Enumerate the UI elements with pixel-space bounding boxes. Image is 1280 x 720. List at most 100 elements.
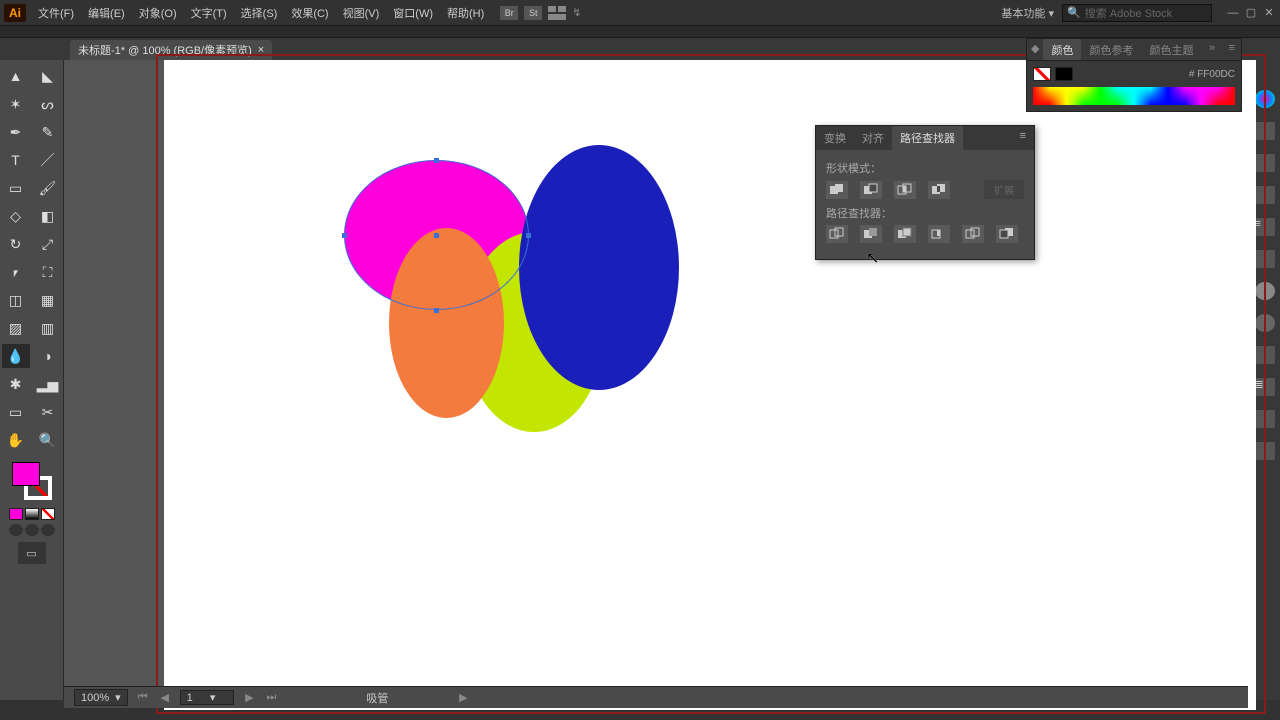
- bridge-icon[interactable]: Br: [500, 6, 518, 20]
- panel-expand-icon[interactable]: »: [1203, 39, 1221, 60]
- draw-normal-icon[interactable]: [9, 524, 23, 536]
- ellipse-blue[interactable]: [519, 145, 679, 390]
- maximize-button[interactable]: ▢: [1244, 7, 1258, 19]
- menu-object[interactable]: 对象(O): [133, 3, 183, 23]
- screen-mode-button[interactable]: ▭: [18, 542, 46, 564]
- outline-button[interactable]: [962, 225, 984, 243]
- rotate-tool[interactable]: ↻: [2, 232, 30, 256]
- anchor-point[interactable]: [434, 308, 439, 313]
- panel-menu-icon[interactable]: ≡: [1012, 126, 1034, 150]
- prev-artboard-button[interactable]: ◀: [158, 691, 172, 705]
- none-mini[interactable]: [41, 508, 55, 520]
- status-menu-icon[interactable]: ▶: [456, 691, 470, 705]
- workspace-label: 基本功能: [1001, 8, 1045, 20]
- trim-button[interactable]: [860, 225, 882, 243]
- fill-stroke-selector[interactable]: [8, 460, 56, 502]
- menu-edit[interactable]: 编辑(E): [82, 3, 131, 23]
- hand-tool[interactable]: ✋: [2, 428, 30, 452]
- color-spectrum[interactable]: [1033, 87, 1235, 105]
- pen-tool[interactable]: ✒: [2, 120, 30, 144]
- first-artboard-button[interactable]: ⏮: [136, 691, 150, 705]
- crop-button[interactable]: [928, 225, 950, 243]
- anchor-point[interactable]: [526, 233, 531, 238]
- menu-help[interactable]: 帮助(H): [441, 3, 490, 23]
- menu-select[interactable]: 选择(S): [235, 3, 284, 23]
- width-tool[interactable]: ⎖: [2, 260, 30, 284]
- shape-modes-label: 形状模式：: [826, 160, 1024, 176]
- gpu-preview-icon[interactable]: ↯: [572, 6, 581, 19]
- paintbrush-tool[interactable]: 🖌: [34, 176, 62, 200]
- mesh-tool[interactable]: ▨: [2, 316, 30, 340]
- shaper-tool[interactable]: ◇: [2, 204, 30, 228]
- selection-tool[interactable]: ▲: [2, 64, 30, 88]
- curvature-tool[interactable]: ✎: [34, 120, 62, 144]
- perspective-tool[interactable]: ▦: [34, 288, 62, 312]
- canvas-area[interactable]: [64, 60, 1248, 700]
- artboard[interactable]: [164, 60, 1256, 710]
- search-input[interactable]: 🔍 搜索 Adobe Stock: [1062, 4, 1212, 22]
- minimize-button[interactable]: —: [1226, 7, 1240, 19]
- unite-button[interactable]: [826, 181, 848, 199]
- menu-window[interactable]: 窗口(W): [387, 3, 439, 23]
- tab-align[interactable]: 对齐: [854, 126, 892, 150]
- next-artboard-button[interactable]: ▶: [242, 691, 256, 705]
- panel-collapse-icon[interactable]: ◆: [1027, 39, 1043, 60]
- rectangle-tool[interactable]: ▭: [2, 176, 30, 200]
- draw-inside-icon[interactable]: [41, 524, 55, 536]
- workspace-switcher[interactable]: 基本功能 ▾: [1001, 5, 1054, 21]
- center-point[interactable]: [434, 233, 439, 238]
- draw-behind-icon[interactable]: [25, 524, 39, 536]
- tab-color-guide[interactable]: 颜色参考: [1081, 39, 1141, 60]
- tab-color[interactable]: 颜色: [1043, 39, 1081, 60]
- expand-button[interactable]: 扩展: [984, 180, 1024, 199]
- tab-color-themes[interactable]: 颜色主题: [1141, 39, 1201, 60]
- menu-effect[interactable]: 效果(C): [285, 3, 334, 23]
- slice-tool[interactable]: ✂: [34, 400, 62, 424]
- minus-front-button[interactable]: [860, 181, 882, 199]
- gradient-tool[interactable]: ▥: [34, 316, 62, 340]
- type-tool[interactable]: T: [2, 148, 30, 172]
- menu-type[interactable]: 文字(T): [185, 3, 233, 23]
- lasso-tool[interactable]: ᔕ: [34, 92, 62, 116]
- gradient-mini[interactable]: [25, 508, 39, 520]
- divide-button[interactable]: [826, 225, 848, 243]
- fill-color-mini[interactable]: [9, 508, 23, 520]
- chevron-down-icon: ▾: [1048, 8, 1054, 20]
- magic-wand-tool[interactable]: ✶: [2, 92, 30, 116]
- zoom-level-select[interactable]: 100% ▾: [74, 689, 128, 706]
- fill-swatch[interactable]: [12, 462, 40, 486]
- column-graph-tool[interactable]: ▂▅: [34, 372, 62, 396]
- eraser-tool[interactable]: ◧: [34, 204, 62, 228]
- menu-file[interactable]: 文件(F): [32, 3, 80, 23]
- hex-display[interactable]: # FF00DC: [1189, 69, 1235, 80]
- black-swatch[interactable]: [1055, 67, 1073, 81]
- intersect-button[interactable]: [894, 181, 916, 199]
- ellipse-orange[interactable]: [389, 228, 504, 418]
- arrange-docs-icon[interactable]: [548, 6, 566, 20]
- minus-back-button[interactable]: [996, 225, 1018, 243]
- stock-icon[interactable]: St: [524, 6, 542, 20]
- close-button[interactable]: ✕: [1262, 7, 1276, 19]
- tab-transform[interactable]: 变换: [816, 126, 854, 150]
- last-artboard-button[interactable]: ⏭: [264, 691, 278, 705]
- merge-button[interactable]: [894, 225, 916, 243]
- free-transform-tool[interactable]: ⛶: [34, 260, 62, 284]
- line-tool[interactable]: ／: [34, 148, 62, 172]
- symbol-sprayer-tool[interactable]: ✱: [2, 372, 30, 396]
- scale-tool[interactable]: ⤢: [34, 232, 62, 256]
- artboard-tool[interactable]: ▭: [2, 400, 30, 424]
- shape-builder-tool[interactable]: ◫: [2, 288, 30, 312]
- zoom-tool[interactable]: 🔍: [34, 428, 62, 452]
- panel-menu-icon[interactable]: ≡: [1223, 39, 1241, 60]
- anchor-point[interactable]: [342, 233, 347, 238]
- pathfinders-label: 路径查找器：: [826, 205, 1024, 221]
- direct-selection-tool[interactable]: ◣: [34, 64, 62, 88]
- menu-view[interactable]: 视图(V): [337, 3, 386, 23]
- stroke-none-swatch[interactable]: [1033, 67, 1051, 81]
- blend-tool[interactable]: ◑: [34, 344, 62, 368]
- exclude-button[interactable]: [928, 181, 950, 199]
- eyedropper-tool[interactable]: 💧: [2, 344, 30, 368]
- anchor-point[interactable]: [434, 158, 439, 163]
- tab-pathfinder[interactable]: 路径查找器: [892, 126, 963, 150]
- artboard-number-field[interactable]: 1 ▾: [180, 690, 235, 705]
